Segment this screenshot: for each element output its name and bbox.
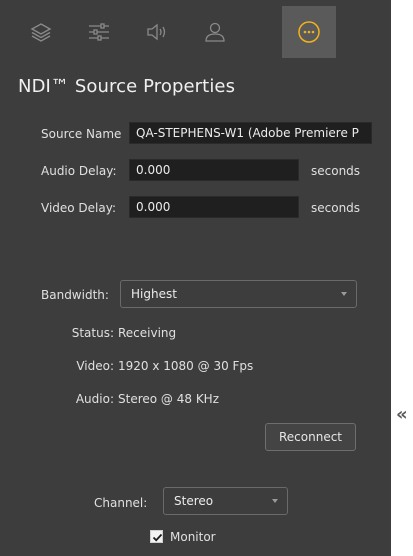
collapse-panel-icon[interactable]: « bbox=[396, 404, 408, 425]
tab-adjustments[interactable] bbox=[72, 6, 126, 58]
audio-info-value: Stereo @ 48 KHz bbox=[118, 392, 220, 406]
checkmark-icon bbox=[152, 533, 163, 542]
audio-delay-input[interactable]: 0.000 bbox=[129, 159, 299, 181]
tab-more[interactable] bbox=[282, 6, 336, 58]
tab-audio[interactable] bbox=[130, 6, 184, 58]
chevron-down-icon bbox=[341, 292, 347, 296]
video-delay-input[interactable]: 0.000 bbox=[129, 196, 299, 218]
video-delay-label: Video Delay: bbox=[41, 201, 117, 215]
bandwidth-dropdown[interactable]: Highest bbox=[120, 280, 357, 308]
audio-delay-label: Audio Delay: bbox=[41, 164, 117, 178]
source-name-field[interactable]: QA-STEPHENS-W1 (Adobe Premiere P bbox=[129, 122, 372, 144]
panel-title: NDI™ Source Properties bbox=[18, 76, 236, 97]
source-name-label: Source Name bbox=[41, 127, 122, 141]
status-label: Status: bbox=[71, 326, 114, 340]
audio-info-label: Audio: bbox=[75, 392, 114, 406]
ndi-properties-panel: NDI™ Source Properties Source Name QA-ST… bbox=[0, 0, 391, 556]
layers-icon bbox=[29, 20, 53, 44]
panel-toolbar bbox=[0, 0, 391, 60]
audio-delay-unit: seconds bbox=[311, 164, 361, 178]
video-info-value: 1920 x 1080 @ 30 Fps bbox=[118, 359, 254, 373]
speaker-icon bbox=[144, 20, 170, 44]
chevron-down-icon bbox=[272, 499, 278, 503]
sliders-icon bbox=[86, 20, 112, 44]
bandwidth-value: Highest bbox=[131, 287, 177, 301]
status-value: Receiving bbox=[118, 326, 177, 340]
tab-layers[interactable] bbox=[14, 6, 68, 58]
video-info-label: Video: bbox=[76, 359, 114, 373]
video-delay-unit: seconds bbox=[311, 201, 361, 215]
tab-user[interactable] bbox=[188, 6, 242, 58]
user-icon bbox=[202, 20, 228, 44]
reconnect-button[interactable]: Reconnect bbox=[265, 423, 356, 451]
monitor-label: Monitor bbox=[170, 530, 216, 544]
channel-dropdown[interactable]: Stereo bbox=[163, 487, 288, 515]
monitor-checkbox[interactable] bbox=[150, 530, 163, 543]
bandwidth-label: Bandwidth: bbox=[41, 288, 109, 302]
channel-value: Stereo bbox=[174, 494, 214, 508]
more-icon bbox=[297, 20, 321, 44]
channel-label: Channel: bbox=[94, 496, 148, 510]
